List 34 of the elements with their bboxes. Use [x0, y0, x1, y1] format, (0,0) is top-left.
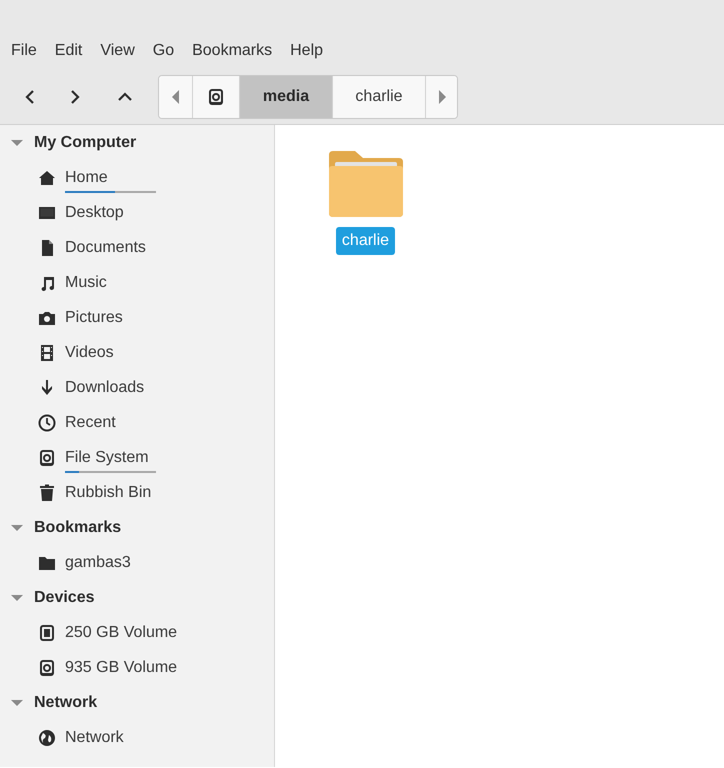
film-icon	[38, 344, 56, 362]
clock-icon	[38, 414, 56, 432]
left-triangle-icon	[172, 90, 180, 104]
sidebar-item[interactable]: Pictures	[65, 308, 123, 326]
path-segment[interactable]: media	[240, 76, 333, 118]
sidebar-item[interactable]: Recent	[65, 414, 116, 432]
menu-item[interactable]: View	[91, 39, 144, 63]
sidebar-item[interactable]: File System	[65, 448, 149, 466]
sidebar-item[interactable]: Videos	[65, 344, 114, 362]
sidebar-item[interactable]: Network	[65, 728, 124, 746]
menu-item[interactable]: Help	[281, 39, 332, 63]
sidebar-item[interactable]: 935 GB Volume	[65, 658, 178, 676]
globe-icon	[38, 728, 56, 746]
section-heading: Bookmarks	[34, 518, 122, 536]
section-heading: Devices	[34, 588, 94, 606]
drive-icon	[38, 624, 56, 642]
trash-icon	[38, 484, 56, 502]
menu-item[interactable]: Edit	[46, 39, 92, 63]
sidebar-item[interactable]: Documents	[65, 238, 146, 256]
section-heading: Network	[34, 694, 98, 712]
section-heading: My Computer	[34, 134, 136, 152]
sidebar-item[interactable]: gambas3	[65, 554, 131, 572]
right-triangle-icon	[438, 90, 446, 104]
sidebar-item[interactable]: Home	[65, 168, 108, 186]
menu-item[interactable]: File	[2, 39, 46, 63]
menu-item[interactable]: Go	[144, 39, 184, 63]
home-icon	[38, 168, 56, 186]
sidebar-item[interactable]: Downloads	[65, 378, 144, 396]
folder-icon[interactable]	[328, 151, 402, 217]
sidebar-item[interactable]: Rubbish Bin	[65, 484, 152, 502]
sidebar-item[interactable]: Music	[65, 274, 107, 292]
sidebar-item[interactable]: Desktop	[65, 204, 124, 222]
sidebar-item[interactable]: 250 GB Volume	[65, 624, 178, 642]
menu-item[interactable]: Bookmarks	[183, 39, 282, 63]
